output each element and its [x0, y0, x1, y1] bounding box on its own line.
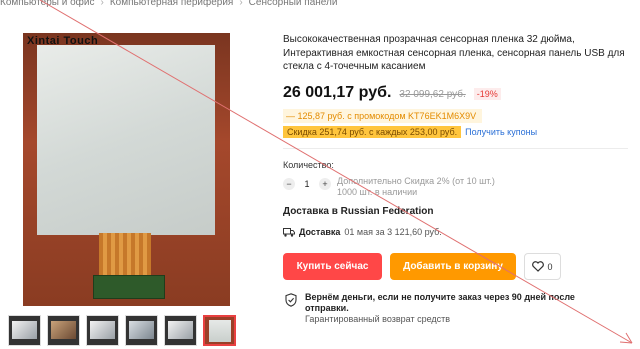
quantity-label: Количество: [283, 160, 334, 170]
breadcrumb-item[interactable]: Компьютерная периферия [110, 0, 234, 8]
truck-icon [283, 227, 295, 237]
breadcrumb: Компьютеры и офис › Компьютерная периферия… [0, 0, 337, 8]
coupon-row: Скидка 251,74 руб. с каждых 253,00 руб. … [283, 126, 537, 138]
touch-film-picture [37, 45, 215, 235]
promo-code-banner[interactable]: — 125,87 руб. с промокодом KT76EK1M6X9V [283, 109, 482, 123]
old-price: 32 099,62 руб. [399, 89, 466, 100]
thumbnail-strip [8, 315, 236, 346]
quantity-stepper: − 1 + [283, 178, 331, 190]
delivery-title[interactable]: Доставка в Russian Federation [283, 206, 433, 217]
heart-icon [532, 261, 545, 272]
breadcrumb-item[interactable]: Компьютеры и офис [0, 0, 94, 8]
shield-check-icon [285, 293, 297, 307]
guarantee-block: Вернём деньги, если не получите заказ че… [285, 292, 605, 325]
thumbnail[interactable] [86, 315, 119, 346]
thumbnail[interactable] [125, 315, 158, 346]
coupon-badge: Скидка 251,74 руб. с каждых 253,00 руб. [283, 126, 462, 138]
wishlist-button[interactable]: 0 [524, 253, 561, 280]
buy-now-button[interactable]: Купить сейчас [283, 253, 382, 280]
guarantee-headline: Вернём деньги, если не получите заказ че… [305, 292, 575, 313]
quantity-minus-button[interactable]: − [283, 178, 295, 190]
breadcrumb-item[interactable]: Сенсорный панели [249, 0, 338, 8]
stock-info: Дополнительно Скидка 2% (от 10 шт.) 1000… [337, 176, 495, 198]
price-row: 26 001,17 руб. 32 099,62 руб. -19% [283, 84, 501, 102]
delivery-row: Доставка 01 мая за 3 121,60 руб. [283, 227, 442, 237]
product-title: Высококачественная прозрачная сенсорная … [283, 34, 625, 72]
quantity-plus-button[interactable]: + [319, 178, 331, 190]
wishlist-count: 0 [547, 261, 553, 272]
delivery-label: Доставка [299, 227, 341, 237]
chevron-right-icon: › [100, 0, 104, 8]
discount-badge: -19% [473, 88, 501, 100]
thumbnail-active[interactable] [203, 315, 236, 346]
thumbnail[interactable] [47, 315, 80, 346]
delivery-date-cost: 01 мая за 3 121,60 руб. [344, 227, 442, 237]
stock-count: 1000 шт. в наличии [337, 187, 418, 197]
chevron-right-icon: › [239, 0, 243, 8]
bulk-discount-text: Дополнительно Скидка 2% (от 10 шт.) [337, 176, 495, 186]
quantity-value[interactable]: 1 [302, 179, 312, 189]
guarantee-subtext[interactable]: Гарантированный возврат средств [305, 314, 605, 325]
divider [283, 148, 628, 149]
image-brand-text: Xintai Touch [27, 35, 99, 47]
thumbnail[interactable] [8, 315, 41, 346]
product-main-image[interactable]: Xintai Touch [23, 33, 230, 306]
current-price: 26 001,17 руб. [283, 84, 392, 101]
controller-board-picture [93, 275, 165, 299]
thumbnail[interactable] [164, 315, 197, 346]
get-coupons-link[interactable]: Получить купоны [465, 127, 537, 137]
add-to-cart-button[interactable]: Добавить в корзину [390, 253, 516, 280]
